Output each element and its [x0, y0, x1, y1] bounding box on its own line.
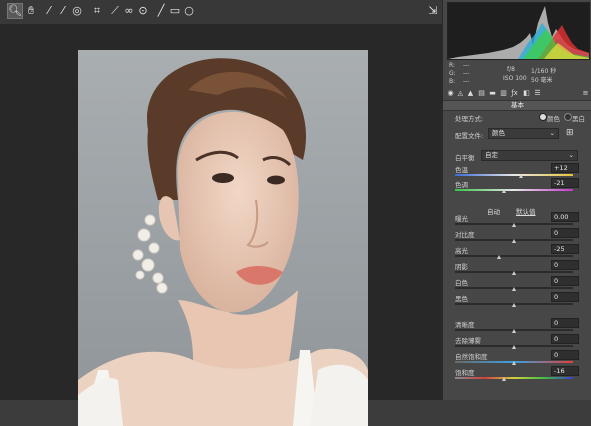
color-sampler-icon[interactable]: ⁄: [56, 4, 70, 18]
slider-label: 高光: [455, 247, 468, 255]
histogram: [447, 2, 590, 60]
slider-label: 去除薄雾: [455, 337, 481, 345]
slider-thumb[interactable]: [502, 189, 507, 193]
slider-label: 白色: [455, 279, 468, 287]
slider-track[interactable]: [455, 377, 573, 379]
panel-tabs: ◉ ◬ ▲ ▤ ▬ ▥ ƒx ◧ ☰ ≡: [443, 89, 591, 99]
slider-label: 对比度: [455, 231, 475, 239]
slider-label: 阴影: [455, 263, 468, 271]
target-adjust-icon[interactable]: ◎: [70, 4, 84, 18]
slider-thumb[interactable]: [511, 345, 516, 349]
slider-value-field[interactable]: -16: [551, 366, 579, 376]
slider-label: 自然饱和度: [455, 353, 488, 361]
tone-curve-tab-icon[interactable]: ◬: [456, 89, 465, 98]
image-canvas[interactable]: [0, 24, 442, 426]
color-radio-icon[interactable]: [539, 113, 547, 121]
brush-icon[interactable]: ╱: [154, 4, 168, 18]
lens-tab-icon[interactable]: ▥: [499, 89, 508, 98]
rgb-g-label: G:: [449, 70, 456, 77]
slider-value-field[interactable]: 0: [551, 260, 579, 270]
slider-label: 黑色: [455, 295, 468, 303]
slider-track[interactable]: [455, 189, 573, 191]
focal-length: 50 毫米: [531, 77, 553, 84]
slider-label: 色温: [455, 166, 468, 174]
graduated-filter-icon[interactable]: ▭: [168, 4, 182, 18]
hand-icon[interactable]: ✋︎: [24, 4, 38, 18]
rgb-r-label: R:: [449, 62, 456, 69]
calibration-tab-icon[interactable]: ◧: [522, 89, 531, 98]
rgb-g-value: ---: [463, 70, 470, 77]
slider-thumb[interactable]: [511, 303, 516, 307]
rgb-r-value: ---: [463, 62, 470, 69]
split-toning-tab-icon[interactable]: ▬: [488, 89, 497, 98]
slider-label: 清晰度: [455, 321, 475, 329]
rgb-b-value: ---: [463, 78, 470, 85]
slider-thumb[interactable]: [518, 174, 523, 178]
profile-label: 配置文件:: [455, 132, 484, 140]
slider-label: 色调: [455, 181, 468, 189]
white-balance-icon[interactable]: ⁄: [42, 4, 56, 18]
open-image-icon[interactable]: ⇲: [426, 4, 440, 18]
adjustment-panel: R: --- G: --- B: --- f/8 1/160 秒 ISO 100…: [442, 0, 591, 400]
slider-value-field[interactable]: -21: [551, 178, 579, 188]
camera-info: R: --- G: --- B: --- f/8 1/160 秒 ISO 100…: [443, 62, 591, 88]
slider-label: 饱和度: [455, 369, 475, 377]
zoom-icon[interactable]: 🔍︎: [7, 3, 23, 19]
slider-value-field[interactable]: 0: [551, 350, 579, 360]
slider-value-field[interactable]: 0: [551, 276, 579, 286]
white-balance-label: 白平衡: [455, 154, 475, 162]
slider-thumb[interactable]: [511, 271, 516, 275]
presets-tab-icon[interactable]: ☰: [533, 89, 542, 98]
chevron-down-icon: ⌄: [568, 151, 574, 159]
rgb-b-label: B:: [449, 78, 456, 85]
aperture: f/8: [507, 66, 515, 73]
red-eye-icon[interactable]: ⊙: [136, 4, 150, 18]
slider-value-field[interactable]: 0: [551, 292, 579, 302]
section-title: 基本: [443, 100, 591, 111]
effects-tab-icon[interactable]: ƒx: [510, 89, 519, 98]
slider-thumb[interactable]: [511, 329, 516, 333]
slider-label: 曝光: [455, 215, 468, 223]
white-balance-select[interactable]: 自定 ⌄: [481, 150, 578, 161]
slider-thumb[interactable]: [502, 377, 507, 381]
auto-button[interactable]: 自动: [487, 206, 500, 216]
slider-thumb[interactable]: [511, 239, 516, 243]
detail-tab-icon[interactable]: ▲: [466, 89, 475, 98]
slider-value-field[interactable]: +12: [551, 163, 579, 173]
panel-menu-icon[interactable]: ≡: [581, 89, 590, 98]
slider-value-field[interactable]: 0: [551, 334, 579, 344]
profile-browser-icon[interactable]: ⊞: [566, 128, 574, 138]
slider-value-field[interactable]: 0.00: [551, 212, 579, 222]
slider-value-field[interactable]: -25: [551, 244, 579, 254]
slider-thumb[interactable]: [511, 361, 516, 365]
color-option-label[interactable]: 颜色: [547, 113, 560, 123]
portrait-photo: [78, 50, 368, 426]
bw-option-label[interactable]: 黑白: [572, 113, 585, 123]
iso: ISO 100: [503, 75, 527, 82]
bw-radio-icon[interactable]: [564, 113, 572, 121]
straighten-icon[interactable]: ⟋: [108, 4, 122, 18]
slider-value-field[interactable]: 0: [551, 318, 579, 328]
slider-track[interactable]: [455, 174, 573, 176]
white-balance-value: 自定: [485, 151, 498, 159]
shutter-speed: 1/160 秒: [531, 68, 557, 75]
slider-value-field[interactable]: 0: [551, 228, 579, 238]
crop-icon[interactable]: ⌗: [90, 4, 104, 18]
treatment-label: 处理方式:: [455, 115, 484, 123]
basic-tab-icon[interactable]: ◉: [446, 89, 455, 98]
slider-thumb[interactable]: [497, 255, 502, 259]
slider-thumb[interactable]: [511, 223, 516, 227]
chevron-down-icon: ⌄: [549, 129, 555, 137]
profile-value: 颜色: [492, 129, 505, 137]
slider-thumb[interactable]: [511, 287, 516, 291]
profile-select[interactable]: 颜色 ⌄: [488, 128, 559, 139]
slider-track[interactable]: [455, 255, 573, 257]
spot-removal-icon[interactable]: ∞: [122, 4, 136, 18]
radial-filter-icon[interactable]: ○: [182, 4, 196, 18]
default-button[interactable]: 默认值: [516, 206, 536, 216]
hsl-tab-icon[interactable]: ▤: [477, 89, 486, 98]
